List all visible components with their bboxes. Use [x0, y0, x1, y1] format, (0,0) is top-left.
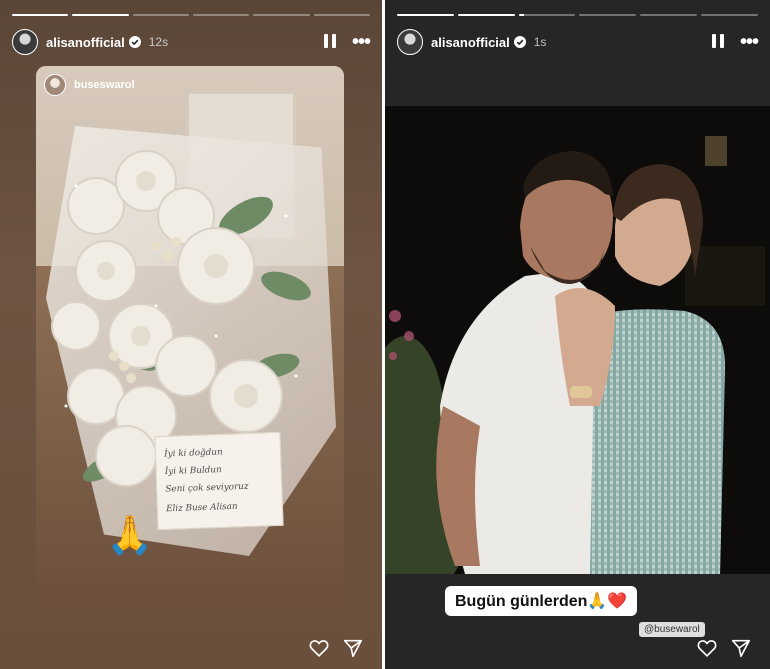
progress-segment	[640, 14, 698, 16]
pause-icon[interactable]	[711, 34, 726, 50]
username[interactable]: alisanofficial	[431, 35, 510, 50]
story-header: alisanofficial 12s •••	[12, 28, 371, 56]
more-icon[interactable]: •••	[352, 32, 371, 52]
verified-icon	[513, 36, 526, 48]
story-actions	[696, 637, 752, 659]
progress-segment	[313, 14, 370, 16]
username[interactable]: alisanofficial	[46, 35, 125, 50]
shared-post-avatar[interactable]	[44, 74, 66, 96]
progress-bar	[12, 14, 370, 16]
more-icon[interactable]: •••	[740, 32, 759, 52]
note-line: Eliz Buse Alisan	[165, 502, 238, 515]
progress-segment	[72, 14, 129, 16]
heart-icon[interactable]	[696, 637, 718, 659]
story-right[interactable]: alisanofficial 1s ••• Bugün günlerden🙏❤️…	[385, 0, 770, 669]
progress-segment	[457, 14, 515, 16]
timestamp: 12s	[148, 35, 169, 49]
progress-segment	[579, 14, 637, 16]
pause-icon[interactable]	[323, 34, 338, 50]
pray-emoji-sticker: 🙏	[106, 515, 154, 557]
progress-segment	[192, 14, 250, 16]
send-icon[interactable]	[730, 637, 752, 659]
shared-post[interactable]: İyi ki doğdun İyi ki Buldun Seni çok sev…	[36, 66, 344, 610]
note-line: Seni çok seviyoruz	[165, 482, 249, 495]
note-line: İyi ki Buldun	[164, 463, 223, 477]
couple-photo	[385, 106, 770, 574]
timestamp: 1s	[533, 35, 547, 49]
heart-icon[interactable]	[308, 637, 330, 659]
mention-sticker[interactable]: @busewarol	[639, 622, 705, 637]
avatar[interactable]	[397, 29, 423, 55]
note-line: İyi ki doğdun	[163, 445, 223, 459]
story-caption: Bugün günlerden🙏❤️	[445, 586, 638, 616]
story-left[interactable]: alisanofficial 12s ••• İyi ki doğdun İyi…	[0, 0, 382, 669]
shared-post-username[interactable]: buseswarol	[74, 79, 135, 91]
shared-post-header: buseswarol	[44, 74, 135, 96]
progress-segment	[132, 14, 189, 16]
verified-icon	[128, 36, 141, 48]
progress-segment	[12, 14, 69, 16]
send-icon[interactable]	[342, 637, 364, 659]
progress-segment	[397, 14, 454, 16]
progress-segment	[253, 14, 310, 16]
handwritten-note: İyi ki doğdun İyi ki Buldun Seni çok sev…	[154, 431, 284, 531]
story-header: alisanofficial 1s •••	[397, 28, 759, 56]
progress-segment	[701, 14, 758, 16]
avatar[interactable]	[12, 29, 38, 55]
story-actions	[308, 637, 364, 659]
progress-bar	[397, 14, 758, 16]
progress-segment	[518, 14, 576, 16]
